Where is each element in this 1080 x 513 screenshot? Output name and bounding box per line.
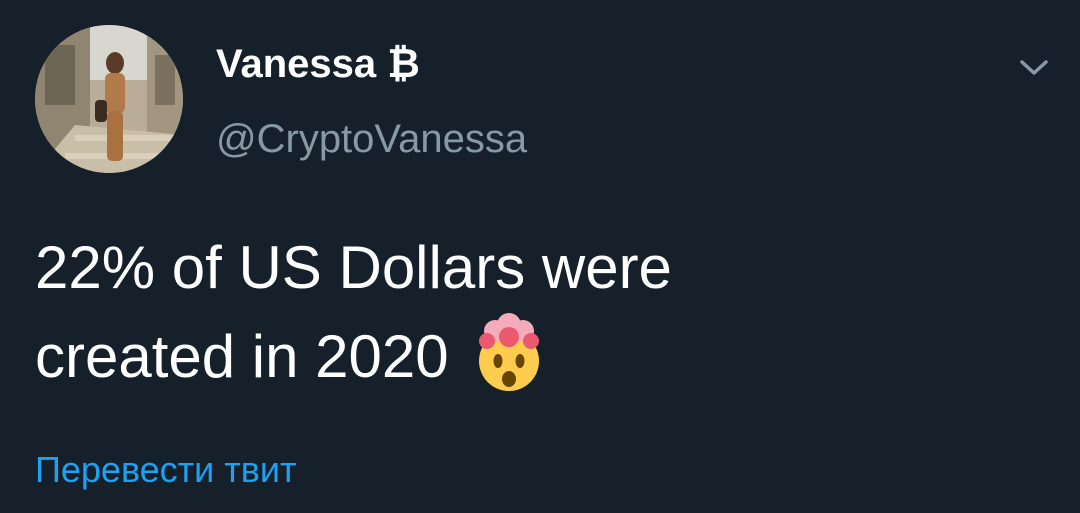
display-name[interactable]: Vanessa ₿ xyxy=(216,40,420,88)
user-handle[interactable]: @CryptoVanessa xyxy=(216,115,527,163)
translate-tweet-link[interactable]: Перевести твит xyxy=(35,448,297,491)
tweet-card: Vanessa ₿ @CryptoVanessa 22% of US Dolla… xyxy=(0,0,1080,513)
avatar[interactable] xyxy=(35,25,183,173)
tweet-text-line-1: 22% of US Dollars were xyxy=(35,234,672,301)
exploding-head-icon xyxy=(467,311,551,395)
avatar-photo xyxy=(35,25,183,173)
tweet-text: 22% of US Dollars were created in 2020 xyxy=(35,225,995,400)
tweet-text-line-2: created in 2020 xyxy=(35,311,995,400)
tweet-text-line-2-text: created in 2020 xyxy=(35,323,449,390)
chevron-down-icon[interactable] xyxy=(1016,56,1052,80)
